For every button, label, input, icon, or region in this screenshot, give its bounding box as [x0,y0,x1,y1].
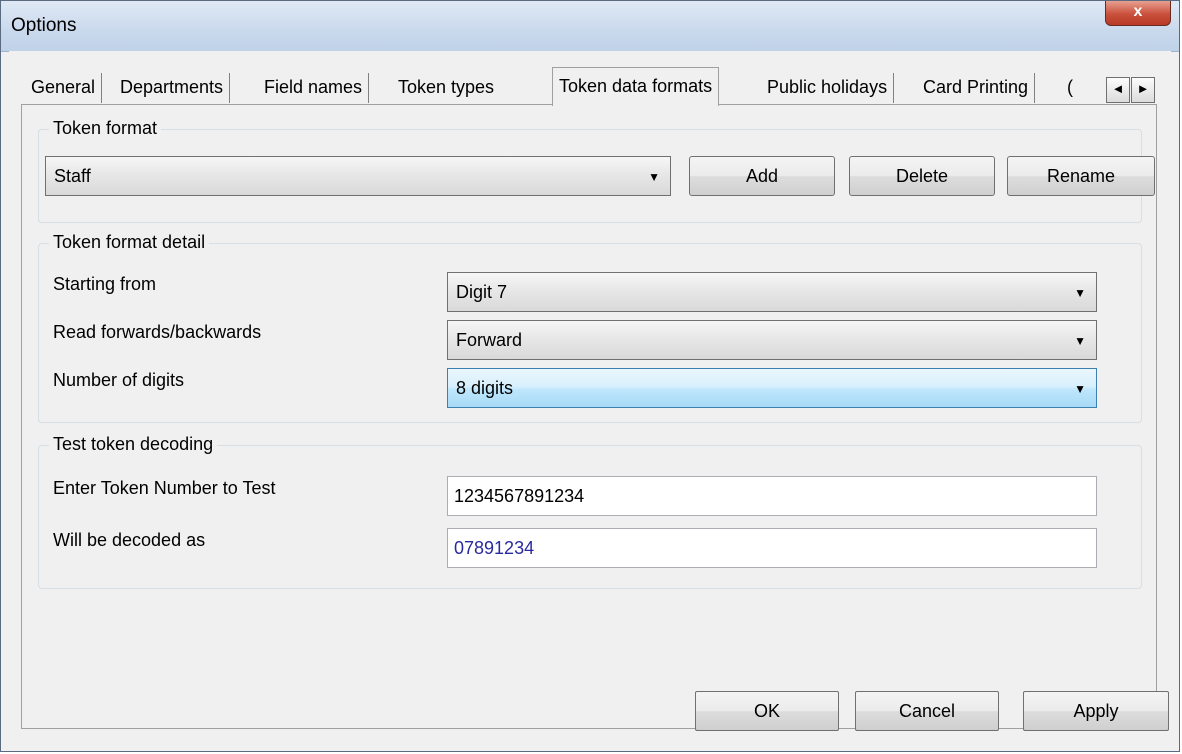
starting-from-select[interactable]: Digit 7 ▼ [447,272,1097,312]
chevron-down-icon: ▼ [1074,286,1086,300]
decoded-value: 07891234 [454,538,535,558]
decoded-output-field: 07891234 [447,528,1097,568]
tab-scroll-left-button[interactable]: ◄ [1106,77,1130,103]
close-icon: x [1133,3,1143,20]
apply-button[interactable]: Apply [1023,691,1169,731]
tab-general[interactable]: General [25,73,103,103]
number-of-digits-value: 8 digits [456,378,514,398]
token-format-group: Token format Staff ▼ Add Delete Rename [38,118,1155,223]
tab-card-printing[interactable]: Card Printing [917,73,1036,103]
tab-scroll-right-button[interactable]: ► [1131,77,1155,103]
title-bar: Options x [1,1,1179,52]
delete-button[interactable]: Delete [849,156,995,196]
number-of-digits-select[interactable]: 8 digits ▼ [447,368,1097,408]
tab-token-types[interactable]: Token types [392,73,500,103]
arrow-left-icon: ◄ [1111,81,1125,96]
token-number-input[interactable]: 1234567891234 [447,476,1097,516]
chevron-down-icon: ▼ [1074,382,1086,396]
read-direction-label: Read forwards/backwards [53,322,262,342]
rename-button[interactable]: Rename [1007,156,1155,196]
starting-from-value: Digit 7 [456,282,508,302]
arrow-right-icon: ► [1136,81,1150,96]
test-token-decoding-group-title: Test token decoding [49,434,218,455]
test-token-decoding-group: Test token decoding Enter Token Number t… [38,434,1142,589]
token-data-formats-panel: Token format Staff ▼ Add Delete Rename T… [21,104,1157,729]
token-format-detail-group: Token format detail Starting from Digit … [38,232,1142,423]
read-direction-value: Forward [456,330,523,350]
token-format-group-title: Token format [49,118,162,139]
tab-token-data-formats[interactable]: Token data formats [552,67,720,106]
add-button[interactable]: Add [689,156,835,196]
dialog-client-area: General Departments Field names Token ty… [9,51,1171,751]
token-number-value: 1234567891234 [454,486,585,506]
ok-button[interactable]: OK [695,691,839,731]
chevron-down-icon: ▼ [1074,334,1086,348]
token-format-select[interactable]: Staff ▼ [45,156,671,196]
number-of-digits-label: Number of digits [53,370,185,390]
enter-token-label: Enter Token Number to Test [53,478,276,498]
close-button[interactable]: x [1105,1,1171,26]
tab-public-holidays[interactable]: Public holidays [761,73,895,103]
chevron-down-icon: ▼ [648,170,660,184]
decoded-as-label: Will be decoded as [53,530,206,550]
token-format-value: Staff [54,166,91,186]
cancel-button[interactable]: Cancel [855,691,999,731]
tab-field-names[interactable]: Field names [258,73,370,103]
options-window: Options x General Departments Field name… [0,0,1180,752]
tab-overflow[interactable]: ( [1061,73,1079,103]
starting-from-label: Starting from [53,274,157,294]
read-direction-select[interactable]: Forward ▼ [447,320,1097,360]
window-title: Options [11,15,77,36]
tab-departments[interactable]: Departments [114,73,231,103]
token-format-detail-group-title: Token format detail [49,232,210,253]
tab-strip: General Departments Field names Token ty… [21,67,1157,106]
